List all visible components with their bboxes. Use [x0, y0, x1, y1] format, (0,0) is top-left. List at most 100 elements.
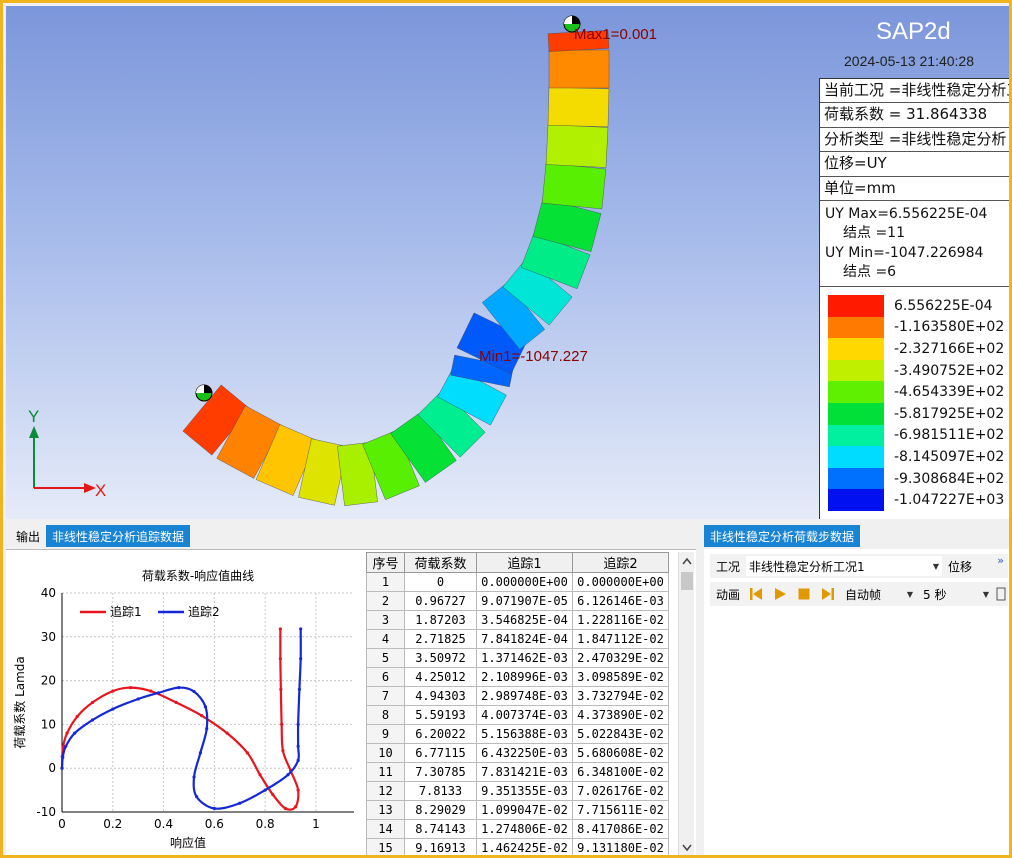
data-point	[64, 744, 68, 748]
tab-load-steps[interactable]: 非线性稳定分析荷载步数据	[704, 525, 861, 547]
data-point	[65, 731, 69, 735]
table-cell: 2.989748E-03	[476, 686, 573, 706]
data-grid: 序号 荷载系数 追踪1 追踪2 1 0 0.000000E+00 0.000000E+00 2…	[366, 552, 669, 855]
table-cell: 4.25012	[404, 667, 477, 687]
legend-row: -5.817925E+02	[828, 402, 1009, 425]
last-frame-icon[interactable]	[821, 587, 835, 601]
table-row[interactable]: 8 5.59193 4.007374E-03 4.373890E-02	[366, 705, 669, 725]
data-point	[283, 806, 288, 811]
info-case: 当前工况 =非线性稳定分析工况1	[820, 79, 1009, 104]
table-cell: 3.50972	[404, 648, 477, 668]
table-row[interactable]: 5 3.50972 1.371462E-03 2.470329E-02	[366, 648, 669, 668]
chart-svg: 荷载系数-响应值曲线0 0.2 0.4 0.6 0.8 1-10010203040响应值荷…	[12, 568, 354, 850]
table-row[interactable]: 2 0.96727 9.071907E-05 6.126146E-03	[366, 591, 669, 611]
table-cell: 0.000000E+00	[572, 572, 669, 592]
mesh-element	[541, 162, 607, 210]
play-icon[interactable]	[773, 587, 787, 601]
table-cell: 7.831421E-03	[476, 762, 573, 782]
legend-swatch	[828, 467, 884, 490]
table-cell: 1.371462E-03	[476, 648, 573, 668]
data-point	[286, 773, 290, 777]
anim-label: 动画	[716, 587, 741, 602]
table-cell: 1.462425E-02	[476, 838, 573, 855]
model-viewport[interactable]: Max1=0.001 Min1=-1047.227 Y X SAP2d 2024-05…	[6, 6, 1009, 519]
tab-tracking[interactable]: 非线性稳定分析追踪数据	[46, 525, 191, 547]
table-cell: 9.351355E-03	[476, 781, 573, 801]
table-cell: 4.94303	[404, 686, 477, 706]
table-row[interactable]: 1 0 0.000000E+00 0.000000E+00	[366, 572, 669, 592]
scroll-thumb[interactable]	[681, 572, 693, 590]
save-icon[interactable]	[996, 587, 1006, 601]
frame-mode-select[interactable]: 自动帧 ▼	[842, 584, 917, 604]
data-point	[90, 700, 95, 705]
more-icon[interactable]: »	[997, 554, 1004, 567]
column-header[interactable]: 序号	[366, 552, 405, 573]
table-cell: 11	[366, 762, 405, 782]
table-row[interactable]: 13 8.29029 1.099047E-02 7.715611E-02	[366, 800, 669, 820]
table-scrollbar[interactable]	[678, 552, 694, 855]
table-row[interactable]: 9 6.20022 5.156388E-03 5.022843E-02	[366, 724, 669, 744]
column-header[interactable]: 荷载系数	[404, 552, 477, 573]
table-cell: 2.108996E-03	[476, 667, 573, 687]
table-cell: 5	[366, 648, 405, 668]
mesh-element	[548, 49, 610, 89]
table-cell: 0.000000E+00	[476, 572, 573, 592]
table-row[interactable]: 10 6.77115 6.432250E-03 5.680608E-02	[366, 743, 669, 763]
first-frame-icon[interactable]	[749, 587, 763, 601]
legend-label: -9.308684E+02	[894, 470, 1005, 487]
y-tick-label: 40	[41, 586, 56, 600]
legend-swatch	[828, 316, 884, 339]
table-header-row: 序号 荷载系数 追踪1 追踪2	[366, 552, 669, 573]
data-point	[156, 691, 161, 695]
x-tick-label: 0.8	[256, 817, 275, 831]
data-point	[263, 788, 267, 792]
legend-swatch	[828, 489, 884, 511]
table-row[interactable]: 15 9.16913 1.462425E-02 9.131180E-02	[366, 838, 669, 855]
tab-output[interactable]: 输出	[10, 525, 46, 547]
table-row[interactable]: 3 1.87203 3.546825E-04 1.228116E-02	[366, 610, 669, 630]
table-row[interactable]: 6 4.25012 2.108996E-03 3.098589E-02	[366, 667, 669, 687]
frame-mode-value: 自动帧	[845, 587, 882, 602]
data-point	[111, 689, 115, 693]
color-legend: 6.556225E-04 -1.163580E+02 -2.327166E+02 -3…	[820, 287, 1009, 511]
data-point	[279, 687, 283, 691]
table-row[interactable]: 11 7.30785 7.831421E-03 6.348100E-02	[366, 762, 669, 782]
case-select[interactable]: 非线性稳定分析工况1 ▼	[746, 556, 943, 576]
data-point	[90, 718, 95, 722]
data-point	[198, 751, 202, 755]
data-point	[297, 687, 302, 691]
legend-entry: 追踪1	[110, 604, 142, 619]
legend-swatch	[828, 424, 884, 447]
column-header[interactable]: 追踪1	[476, 552, 573, 573]
table-cell: 1.099047E-02	[476, 800, 573, 820]
data-point	[278, 627, 282, 631]
duration-select[interactable]: 5 秒 ▼	[920, 584, 993, 604]
data-point	[128, 686, 133, 690]
axis-x-label: X	[95, 481, 106, 500]
uy-min: UY Min=-1047.226984	[825, 244, 984, 261]
legend-swatch	[828, 446, 884, 468]
table-cell: 0	[404, 572, 477, 592]
table-cell: 1	[366, 572, 405, 592]
data-point	[194, 795, 199, 799]
data-point	[177, 686, 181, 690]
table-cell: 0.96727	[404, 591, 477, 611]
table-row[interactable]: 14 8.74143 1.274806E-02 8.417086E-02	[366, 819, 669, 839]
table-row[interactable]: 4 2.71825 7.841824E-04 1.847112E-02	[366, 629, 669, 649]
stop-icon[interactable]	[797, 587, 811, 601]
chevron-down-icon: ▼	[906, 589, 914, 599]
data-point	[111, 707, 115, 711]
table-row[interactable]: 7 4.94303 2.989748E-03 3.732794E-02	[366, 686, 669, 706]
table-row[interactable]: 12 7.8133 9.351355E-03 7.026176E-02	[366, 781, 669, 801]
case-toolbar: 工况 非线性稳定分析工况1 ▼ 位移 »	[710, 554, 1008, 578]
legend-label: -1.047227E+03	[894, 492, 1005, 509]
y-tick-label: 30	[41, 630, 56, 644]
data-point	[245, 751, 249, 755]
column-header[interactable]: 追踪2	[572, 552, 669, 573]
legend-label: -6.981511E+02	[894, 427, 1005, 444]
data-point	[61, 755, 65, 759]
data-point	[278, 657, 282, 661]
table-cell: 6.77115	[404, 743, 477, 763]
data-point	[136, 697, 140, 701]
table-cell: 6.20022	[404, 724, 477, 744]
